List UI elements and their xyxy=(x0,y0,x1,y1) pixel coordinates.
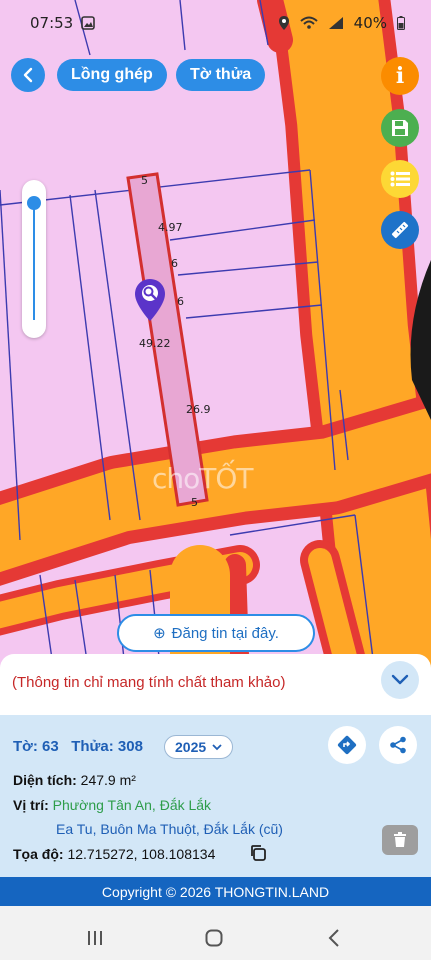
chevron-down-icon xyxy=(212,743,222,750)
back-nav-icon[interactable] xyxy=(328,929,340,947)
location-current: Phường Tân An, Đắk Lắk xyxy=(52,797,212,813)
wifi-icon xyxy=(299,16,318,29)
measure-button[interactable] xyxy=(381,211,419,249)
area-value: 247.9 m² xyxy=(80,772,136,788)
copyright-footer: Copyright © 2026 THONGTIN.LAND xyxy=(0,877,431,906)
sheet-number: Tờ: 63 Thửa: 308 xyxy=(13,738,143,755)
copy-icon[interactable] xyxy=(249,844,267,862)
battery-icon xyxy=(397,16,405,30)
share-button[interactable] xyxy=(379,726,417,764)
directions-icon xyxy=(337,735,357,755)
dim-269: 26.9 xyxy=(186,403,211,416)
list-button[interactable] xyxy=(381,160,419,198)
share-icon xyxy=(390,736,406,754)
map-canvas xyxy=(0,0,431,715)
back-icon xyxy=(23,67,33,83)
zoom-knob[interactable] xyxy=(27,196,41,210)
dim-4922: 49.22 xyxy=(139,337,171,350)
dim-6a: 6 xyxy=(171,257,178,270)
location-old: Ea Tu, Buôn Ma Thuột, Đắk Lắk (cũ) xyxy=(56,821,283,837)
trash-icon xyxy=(394,832,406,847)
year-selector[interactable]: 2025 xyxy=(164,735,234,759)
disclaimer-text: (Thông tin chỉ mang tính chất tham khảo) xyxy=(12,674,286,691)
gallery-icon xyxy=(81,16,96,30)
sheet-value: 63 xyxy=(42,738,59,755)
collapse-button[interactable] xyxy=(381,661,419,699)
location-pin-icon[interactable] xyxy=(134,278,166,322)
dim-bottom: 5 xyxy=(191,496,198,509)
status-bar: 07:53 40% xyxy=(0,0,431,46)
area-label: Diện tích: xyxy=(13,772,77,788)
year-value: 2025 xyxy=(175,739,207,755)
parcel-label: Thửa: xyxy=(71,738,114,755)
system-nav-bar xyxy=(0,906,431,960)
parcel-value: 308 xyxy=(117,738,143,755)
ruler-icon xyxy=(391,221,409,239)
location-icon xyxy=(278,16,289,30)
map-view[interactable]: 5 4.97 6 6 49.22 26.9 5 choTỐT xyxy=(0,0,431,715)
coord-label: Tọa độ: xyxy=(13,846,64,862)
info-icon: i xyxy=(395,63,405,89)
back-button[interactable] xyxy=(11,58,45,92)
location-row: Vị trí: Phường Tân An, Đắk Lắk xyxy=(13,797,211,813)
recent-apps-icon[interactable] xyxy=(86,930,104,946)
home-icon[interactable] xyxy=(205,929,223,947)
dim-top: 5 xyxy=(141,174,148,187)
dim-6b: 6 xyxy=(177,295,184,308)
save-icon xyxy=(392,120,408,136)
status-time: 07:53 xyxy=(30,14,74,32)
chevron-down-icon xyxy=(391,674,409,685)
watermark: choTỐT xyxy=(152,462,254,495)
dim-497: 4.97 xyxy=(158,221,183,234)
signal-icon xyxy=(328,17,343,29)
zoom-slider[interactable] xyxy=(22,180,46,338)
zoom-track xyxy=(33,202,35,320)
location-label: Vị trí: xyxy=(13,797,49,813)
coordinate-row: Tọa độ: 12.715272, 108.108134 xyxy=(13,846,215,862)
directions-button[interactable] xyxy=(328,726,366,764)
save-button[interactable] xyxy=(381,109,419,147)
coord-value: 12.715272, 108.108134 xyxy=(67,846,216,862)
merge-layer-button[interactable]: Lồng ghép xyxy=(57,59,167,91)
delete-button[interactable] xyxy=(382,825,418,855)
plus-circle-icon: ⊕ xyxy=(153,625,166,642)
info-button[interactable]: i xyxy=(381,57,419,95)
sheet-parcel-button[interactable]: Tờ thửa xyxy=(176,59,266,91)
disclaimer-banner: (Thông tin chỉ mang tính chất tham khảo) xyxy=(0,654,431,716)
list-icon xyxy=(390,171,410,187)
area-row: Diện tích: 247.9 m² xyxy=(13,772,136,788)
post-listing-button[interactable]: ⊕ Đăng tin tại đây. xyxy=(117,614,315,652)
sheet-label: Tờ: xyxy=(13,738,38,755)
post-listing-label: Đăng tin tại đây. xyxy=(171,624,279,642)
battery-percent: 40% xyxy=(353,14,387,32)
